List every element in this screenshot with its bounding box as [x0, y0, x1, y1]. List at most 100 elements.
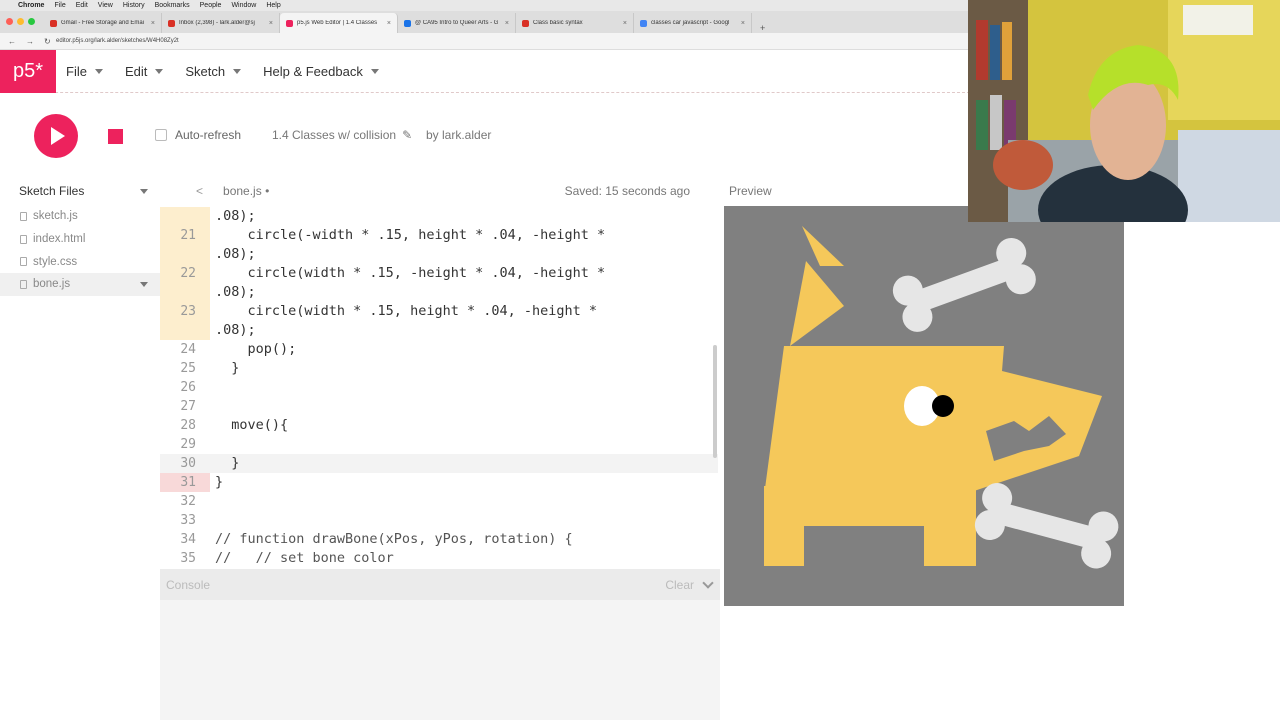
file-item[interactable]: index.html: [0, 228, 160, 251]
line-text: .08);: [215, 284, 256, 300]
code-line[interactable]: 31}: [160, 473, 718, 492]
code-line[interactable]: 28 move(){: [160, 416, 718, 435]
code-line[interactable]: 29: [160, 435, 718, 454]
close-window-icon[interactable]: [6, 18, 13, 25]
line-number: 34: [180, 532, 196, 547]
webcam-video: [968, 0, 1280, 222]
code-line[interactable]: .08);: [160, 245, 718, 264]
file-icon: [20, 211, 27, 221]
sketch-name[interactable]: 1.4 Classes w/ collision ✎: [272, 128, 412, 142]
tab-close-icon[interactable]: ×: [151, 20, 155, 27]
code-line[interactable]: 24 pop();: [160, 340, 718, 359]
code-line[interactable]: 33: [160, 511, 718, 530]
forward-arrow-icon[interactable]: →: [26, 37, 34, 46]
sketch-preview-canvas[interactable]: [724, 206, 1124, 606]
collapse-sidebar-icon[interactable]: <: [196, 184, 203, 198]
open-file-name: bone.js •: [223, 184, 269, 198]
dog-pupil: [932, 395, 954, 417]
file-options-caret-icon[interactable]: [140, 282, 148, 288]
code-line[interactable]: 30 }: [160, 454, 718, 473]
tab-favicon-icon: [168, 19, 175, 27]
menu-file[interactable]: File: [54, 2, 65, 9]
stop-button[interactable]: [93, 114, 137, 158]
editor-header: < bone.js • Saved: 15 seconds ago: [160, 177, 720, 205]
browser-tab[interactable]: p5.js Web Editor | 1.4 Classes ×: [280, 13, 398, 33]
file-item[interactable]: sketch.js: [0, 205, 160, 228]
menu-help-button[interactable]: Help & Feedback: [263, 64, 379, 79]
caret-down-icon: [233, 68, 242, 74]
sidebar-header[interactable]: Sketch Files: [0, 177, 160, 205]
caret-down-icon: [155, 68, 164, 74]
browser-tab[interactable]: Gmail - Free Storage and Emai ×: [44, 13, 162, 33]
pencil-icon[interactable]: ✎: [402, 128, 412, 142]
tab-close-icon[interactable]: ×: [505, 20, 509, 27]
code-line[interactable]: 22 circle(width * .15, -height * .04, -h…: [160, 264, 718, 283]
p5-logo[interactable]: p5*: [0, 49, 56, 93]
line-number: 32: [180, 494, 196, 509]
code-editor[interactable]: .08); 21 circle(-width * .15, height * .0…: [160, 207, 718, 569]
tab-close-icon[interactable]: ×: [741, 20, 745, 27]
tab-title: Gmail - Free Storage and Emai: [61, 20, 145, 26]
webcam-image: [968, 0, 1280, 222]
url-field[interactable]: editor.p5js.org/lark.alder/sketches/W4H0…: [56, 38, 179, 44]
menu-edit-button[interactable]: Edit: [124, 63, 164, 79]
menu-sketch-button[interactable]: Sketch: [185, 63, 242, 79]
code-line[interactable]: 32: [160, 492, 718, 511]
menu-view[interactable]: View: [98, 2, 113, 9]
back-arrow-icon[interactable]: ←: [8, 37, 16, 46]
menu-label: Sketch: [185, 63, 226, 79]
maximize-window-icon[interactable]: [28, 18, 35, 25]
menu-edit[interactable]: Edit: [76, 2, 88, 9]
code-line[interactable]: 25 }: [160, 359, 718, 378]
saved-status: Saved: 15 seconds ago: [564, 184, 690, 198]
file-item[interactable]: bone.js: [0, 273, 160, 296]
line-number: 28: [180, 418, 196, 433]
code-line[interactable]: .08);: [160, 207, 718, 226]
code-line[interactable]: .08);: [160, 283, 718, 302]
line-text: pop();: [215, 341, 297, 357]
code-line[interactable]: 35 // // set bone color: [160, 549, 718, 568]
line-number: 33: [180, 513, 196, 528]
code-line[interactable]: 34 // function drawBone(xPos, yPos, rotat…: [160, 530, 718, 549]
tab-close-icon[interactable]: ×: [623, 20, 627, 27]
tab-close-icon[interactable]: ×: [387, 20, 391, 27]
auto-refresh-toggle: Auto-refresh: [155, 128, 241, 142]
menu-app-name[interactable]: Chrome: [18, 2, 44, 9]
line-number: 24: [180, 342, 196, 357]
reload-icon[interactable]: ↻: [44, 37, 51, 46]
browser-tab[interactable]: @ CA95 Intro to Queer Arts - G ×: [398, 13, 516, 33]
tab-favicon-icon: [404, 19, 411, 27]
browser-tab[interactable]: Class basic syntax ×: [516, 13, 634, 33]
play-button[interactable]: [34, 114, 78, 158]
code-line[interactable]: 27: [160, 397, 718, 416]
caret-down-icon[interactable]: [140, 188, 148, 194]
code-line[interactable]: 21 circle(-width * .15, height * .04, -h…: [160, 226, 718, 245]
editor-scrollbar[interactable]: [713, 345, 717, 458]
code-line[interactable]: 23 circle(width * .15, height * .04, -he…: [160, 302, 718, 321]
menu-history[interactable]: History: [123, 2, 145, 9]
tab-close-icon[interactable]: ×: [269, 20, 273, 27]
menu-label: Edit: [124, 63, 148, 79]
line-number: 27: [180, 399, 196, 414]
window-controls: [6, 18, 35, 25]
file-item[interactable]: style.css: [0, 250, 160, 273]
browser-tab[interactable]: Inbox (2,398) - lark.alder@sj ×: [162, 13, 280, 33]
chevron-down-icon[interactable]: [702, 576, 714, 589]
new-tab-icon[interactable]: +: [752, 23, 773, 33]
caret-down-icon: [94, 68, 103, 74]
browser-tab[interactable]: classes car javascript - Googl ×: [634, 13, 752, 33]
editor-main-menu: File Edit Sketch Help & Feedback: [66, 64, 379, 79]
menu-people[interactable]: People: [200, 2, 222, 9]
menu-file-button[interactable]: File: [66, 64, 103, 79]
code-line[interactable]: .08);: [160, 321, 718, 340]
play-icon: [51, 127, 65, 145]
menu-help[interactable]: Help: [266, 2, 280, 9]
minimize-window-icon[interactable]: [17, 18, 24, 25]
line-number: 21: [160, 226, 210, 245]
sketch-owner[interactable]: by lark.alder: [426, 128, 491, 142]
menu-bookmarks[interactable]: Bookmarks: [155, 2, 190, 9]
menu-window[interactable]: Window: [231, 2, 256, 9]
code-line[interactable]: 26: [160, 378, 718, 397]
console-clear-button[interactable]: Clear: [665, 578, 694, 592]
auto-refresh-checkbox[interactable]: [155, 129, 167, 141]
